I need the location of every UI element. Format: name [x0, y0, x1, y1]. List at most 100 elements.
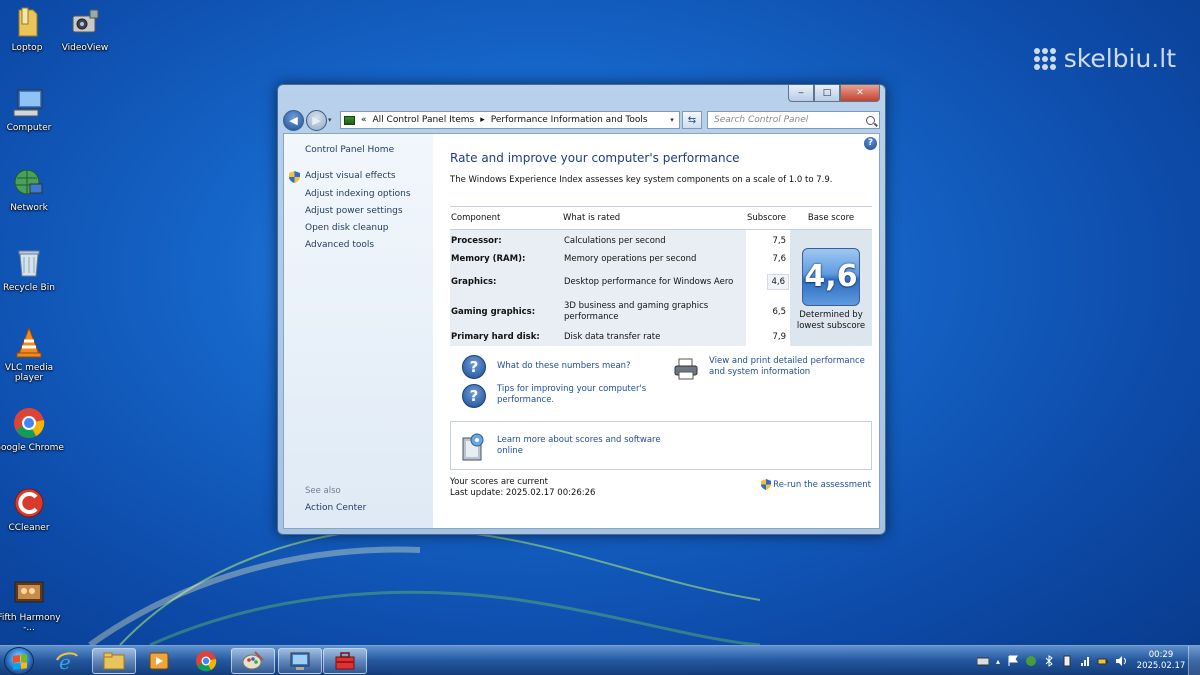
table-row: Processor: Calculations per second 7,5 [450, 233, 790, 249]
desktop-icon-chrome[interactable]: Google Chrome [0, 406, 64, 453]
tips-link[interactable]: Tips for improving your computer's perfo… [497, 384, 667, 406]
paint-icon [242, 651, 264, 670]
table-row: Graphics: Desktop performance for Window… [450, 270, 790, 294]
address-bar[interactable]: « All Control Panel Items ▸ Performance … [340, 111, 680, 129]
printer-icon [674, 358, 698, 380]
search-placeholder: Search Control Panel [714, 115, 809, 125]
desktop-icon-label: Recycle Bin [3, 283, 55, 293]
arrow-right-icon: ▶ [312, 113, 321, 127]
breadcrumb-all-items[interactable]: All Control Panel Items [373, 115, 475, 125]
taskbar-explorer[interactable] [92, 648, 136, 674]
desktop-icon-label: VideoView [61, 43, 109, 53]
recycle-bin-icon [12, 246, 46, 280]
action-center-link[interactable]: Action Center [305, 503, 366, 513]
arrow-left-icon: ◀ [289, 113, 298, 127]
row-subscore-cell: 4,6 [746, 274, 790, 290]
search-input[interactable]: Search Control Panel [707, 111, 880, 129]
taskbar: e ▴ 00:29 2025.02.17 [0, 645, 1200, 675]
table-row: Memory (RAM): Memory operations per seco… [450, 251, 790, 267]
forward-button[interactable]: ▶ [306, 109, 327, 131]
security-icon[interactable] [1025, 655, 1037, 667]
desktop-icon-recycle-bin[interactable]: Recycle Bin [0, 246, 64, 293]
row-component: Processor: [451, 236, 502, 246]
ccleaner-icon [12, 486, 46, 520]
header-subscore: Subscore [746, 213, 786, 223]
link-text: Adjust visual effects [305, 171, 396, 181]
breadcrumb-performance[interactable]: Performance Information and Tools [491, 115, 648, 125]
window-content: Control Panel Home Adjust visual effects… [283, 133, 880, 529]
refresh-button[interactable]: ⇆ [682, 111, 702, 129]
performance-window: ‒ □ ✕ ◀ ▶ ▾ « All Control Panel Items ▸ … [277, 84, 886, 535]
address-chevron[interactable]: « [361, 115, 367, 125]
control-panel-home-link[interactable]: Control Panel Home [305, 145, 394, 155]
taskbar-paint[interactable] [231, 648, 275, 674]
row-subscore: 7,5 [772, 236, 786, 246]
maximize-button[interactable]: □ [814, 85, 840, 102]
media-player-icon [149, 652, 169, 670]
windows-logo-icon [13, 654, 27, 670]
left-pane: Control Panel Home Adjust visual effects… [284, 134, 433, 528]
taskbar-media-player[interactable] [137, 648, 181, 674]
row-rated: Memory operations per second [564, 253, 697, 264]
volume-icon[interactable] [1115, 655, 1127, 667]
show-hidden-icons-button[interactable]: ▴ [996, 657, 1000, 666]
bluetooth-icon[interactable] [1043, 655, 1055, 667]
action-center-flag-icon[interactable] [1007, 655, 1019, 667]
desktop-icon-ccleaner[interactable]: CCleaner [0, 486, 64, 533]
page-description: The Windows Experience Index assesses ke… [450, 175, 833, 185]
row-rated: 3D business and gaming graphics performa… [564, 301, 709, 322]
row-rated: Desktop performance for Windows Aero [564, 276, 734, 287]
row-subscore-lowest: 4,6 [767, 274, 789, 290]
main-pane: ? Rate and improve your computer's perfo… [433, 134, 879, 528]
taskbar-chrome[interactable] [184, 648, 228, 674]
taskbar-toolbox-app[interactable] [323, 648, 367, 674]
clock[interactable]: 00:29 2025.02.17 [1134, 650, 1188, 672]
base-score-badge: 4,6 [802, 248, 860, 306]
breadcrumb-separator[interactable]: ▸ [480, 115, 485, 125]
learn-more-link[interactable]: Learn more about scores and software onl… [497, 435, 667, 457]
open-disk-cleanup-link[interactable]: Open disk cleanup [305, 223, 389, 233]
back-button[interactable]: ◀ [283, 109, 304, 131]
desktop-icon-computer[interactable]: Computer [0, 86, 64, 133]
address-dropdown-icon[interactable]: ▾ [665, 116, 679, 124]
header-what-is-rated: What is rated [563, 213, 621, 223]
adjust-power-settings-link[interactable]: Adjust power settings [305, 206, 403, 216]
power-icon[interactable] [1097, 655, 1109, 667]
desktop-icon-vlc[interactable]: VLC media player [0, 326, 64, 383]
adjust-indexing-options-link[interactable]: Adjust indexing options [305, 189, 411, 199]
advanced-tools-link[interactable]: Advanced tools [305, 240, 374, 250]
desktop-icon-network[interactable]: Network [0, 166, 64, 213]
close-button[interactable]: ✕ [840, 85, 880, 102]
adjust-visual-effects-link[interactable]: Adjust visual effects [289, 171, 396, 183]
learn-more-box: Learn more about scores and software onl… [450, 421, 872, 470]
base-score-caption: Determined by lowest subscore [796, 310, 866, 331]
show-desktop-button[interactable] [1188, 646, 1200, 675]
network-globe-icon [12, 166, 46, 200]
clock-time: 00:29 [1148, 650, 1174, 660]
vlc-cone-icon [12, 326, 46, 360]
desktop-icon-fifth-harmony[interactable]: Fifth Harmony -... [0, 576, 64, 633]
row-rated: Calculations per second [564, 235, 666, 246]
keyboard-icon[interactable] [976, 655, 989, 667]
header-component: Component [451, 213, 501, 223]
performance-monitor-icon [290, 652, 310, 670]
view-print-details-link[interactable]: View and print detailed performance and … [709, 356, 879, 378]
wifi-signal-icon[interactable] [1079, 655, 1091, 667]
taskbar-internet-explorer[interactable]: e [45, 648, 89, 674]
what-numbers-mean-link[interactable]: What do these numbers mean? [497, 361, 631, 372]
taskbar-control-panel[interactable] [278, 648, 322, 674]
start-button[interactable] [4, 647, 34, 675]
minimize-button[interactable]: ‒ [788, 85, 814, 102]
rerun-assessment-link[interactable]: Re-run the assessment [761, 479, 871, 490]
table-row: Primary hard disk: Disk data transfer ra… [450, 329, 790, 345]
usb-device-icon[interactable] [1061, 655, 1073, 667]
desktop-icon-videoview[interactable]: VideoView [50, 6, 120, 53]
row-component: Primary hard disk: [451, 332, 540, 342]
internet-explorer-icon: e [56, 650, 78, 672]
recent-pages-dropdown[interactable]: ▾ [328, 116, 338, 124]
help-icon[interactable]: ? [864, 137, 877, 150]
folder-icon [10, 6, 44, 40]
row-component: Graphics: [451, 277, 497, 287]
row-subscore: 7,6 [772, 254, 786, 264]
search-icon[interactable] [866, 115, 875, 125]
